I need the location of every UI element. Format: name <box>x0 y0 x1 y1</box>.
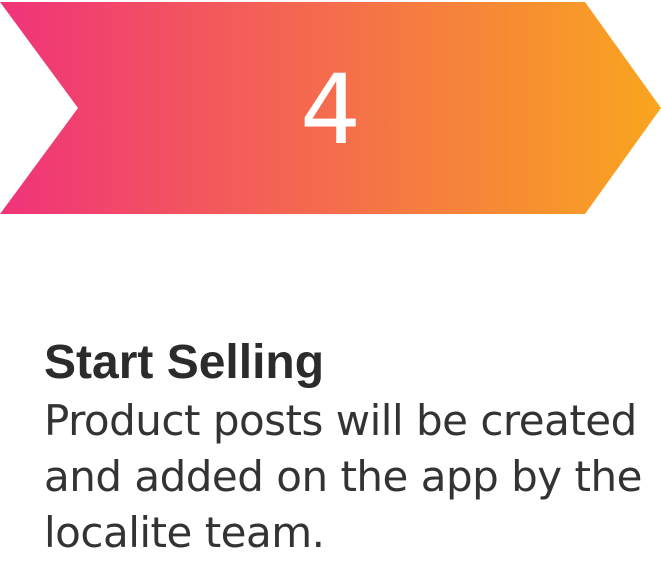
step-title: Start Selling <box>44 336 325 389</box>
step-arrow-banner: 4 <box>0 0 661 216</box>
step-number: 4 <box>299 54 362 166</box>
step-content: Start Selling Product posts will be crea… <box>44 333 654 561</box>
step-description: Product posts will be created and added … <box>44 396 642 557</box>
